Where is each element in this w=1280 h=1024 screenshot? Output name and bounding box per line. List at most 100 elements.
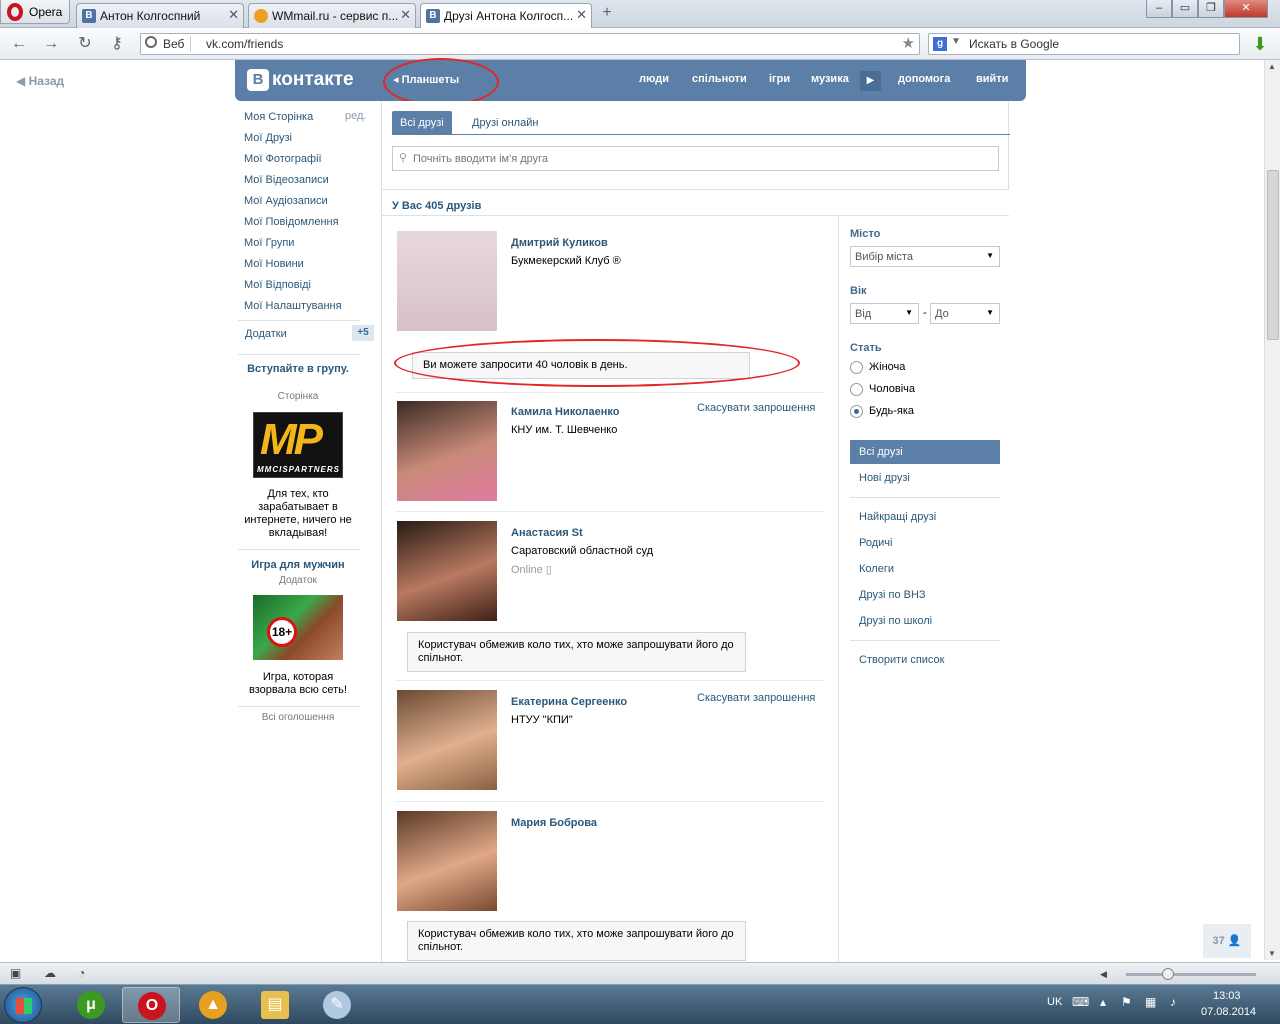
nav-communities[interactable]: спільноти (692, 73, 747, 85)
menu-my-settings[interactable]: Мої Налаштування (244, 299, 374, 320)
menu-my-audio[interactable]: Мої Аудіозаписи (244, 194, 374, 215)
nav-music[interactable]: музика (811, 73, 849, 85)
taskbar-explorer[interactable]: ▤ (246, 987, 304, 1023)
menu-my-groups[interactable]: Мої Групи (244, 236, 374, 257)
taskbar-paint[interactable]: ✎ (308, 987, 366, 1023)
ad-title[interactable]: Вступайте в групу. (238, 363, 358, 375)
taskbar-utorrent[interactable]: μ (62, 987, 120, 1023)
volume-icon[interactable]: ♪ (1170, 995, 1176, 1009)
friend-name[interactable]: Екатерина Сергеенко (511, 696, 627, 708)
taskbar-opera[interactable]: O (122, 987, 180, 1023)
ad-text[interactable]: Игра, которая взорвала всю сеть! (238, 671, 358, 697)
search-field[interactable]: g ▼ Искать в Google (928, 33, 1240, 55)
taskbar-aimp[interactable]: ▲ (184, 987, 242, 1023)
minimize-button[interactable]: – (1146, 0, 1172, 18)
keyboard-icon[interactable]: ⌨ (1072, 995, 1089, 1009)
speed-dial-icon[interactable]: ◔ (78, 966, 85, 980)
browser-tab[interactable]: WMmail.ru - сервис п... ✕ (248, 3, 416, 28)
filter-nav-new-friends[interactable]: Нові друзі (850, 466, 1000, 490)
radio-button-selected[interactable] (850, 405, 863, 418)
close-window-button[interactable]: ✕ (1224, 0, 1268, 18)
filter-nav-all-friends[interactable]: Всі друзі (850, 440, 1000, 464)
nav-people[interactable]: люди (639, 73, 669, 85)
friend-name[interactable]: Анастасия St (511, 527, 583, 539)
tab-close-icon[interactable]: ✕ (400, 7, 411, 23)
network-icon[interactable]: ▦ (1145, 995, 1156, 1009)
opera-menu-button[interactable]: Opera (0, 0, 70, 24)
tab-close-icon[interactable]: ✕ (228, 7, 239, 23)
start-button[interactable] (4, 987, 42, 1023)
menu-my-news[interactable]: Мої Новини (244, 257, 374, 278)
friend-avatar[interactable] (397, 690, 497, 790)
cancel-invite-link[interactable]: Скасувати запрошення (697, 402, 815, 414)
clock-date[interactable]: 07.08.2014 (1201, 1006, 1256, 1018)
vk-logo[interactable]: В контакте (247, 68, 354, 92)
menu-my-answers[interactable]: Мої Відповіді (244, 278, 374, 299)
filter-nav-school[interactable]: Друзі по школі (850, 609, 1000, 633)
radio-button[interactable] (850, 361, 863, 374)
new-tab-icon[interactable]: + (598, 4, 616, 22)
city-select[interactable]: Вибір міста ▼ (850, 246, 1000, 267)
chevron-down-icon[interactable]: ▼ (951, 36, 961, 47)
age-from-select[interactable]: Від ▼ (850, 303, 919, 324)
tab-close-icon[interactable]: ✕ (576, 7, 587, 23)
key-icon[interactable]: ⚷ (106, 34, 128, 54)
scrollbar-thumb[interactable] (1267, 170, 1279, 340)
clock-time[interactable]: 13:03 (1213, 990, 1241, 1002)
ad-text[interactable]: Для тех, кто зарабатывает в интернете, н… (238, 488, 358, 540)
menu-my-friends[interactable]: Мої Друзі (244, 131, 374, 152)
friend-name[interactable]: Мария Боброва (511, 817, 597, 829)
restore-button[interactable]: ▭ (1172, 0, 1198, 18)
scroll-down-icon[interactable]: ▼ (1268, 949, 1276, 958)
filter-nav-university[interactable]: Друзі по ВНЗ (850, 583, 1000, 607)
download-icon[interactable]: ⬇ (1250, 34, 1270, 54)
reload-icon[interactable]: ↻ (74, 34, 96, 54)
menu-my-videos[interactable]: Мої Відеозаписи (244, 173, 374, 194)
ad-image-mp[interactable]: MP MMCISPARTNERS (253, 412, 343, 478)
filter-nav-colleagues[interactable]: Колеги (850, 557, 1000, 581)
menu-my-messages[interactable]: Мої Повідомлення (244, 215, 374, 236)
back-icon[interactable]: ← (8, 34, 30, 54)
friend-name[interactable]: Камила Николаенко (511, 406, 620, 418)
tab-all-friends[interactable]: Всі друзі (392, 111, 452, 135)
cancel-invite-link[interactable]: Скасувати запрошення (697, 692, 815, 704)
url-text[interactable]: vk.com/friends (206, 37, 283, 51)
nav-more-icon[interactable]: ▶ (860, 71, 881, 91)
ad-image-game[interactable]: 18+ (253, 595, 343, 660)
create-list-link[interactable]: Створити список (850, 648, 1000, 672)
flag-icon[interactable]: ⚑ (1121, 995, 1132, 1009)
filter-nav-relatives[interactable]: Родичі (850, 531, 1000, 555)
address-field[interactable]: Веб vk.com/friends ★ (140, 33, 920, 55)
browser-tab-active[interactable]: В Друзі Антона Колгосп... ✕ (420, 3, 592, 29)
ad-title[interactable]: Игра для мужчин (238, 559, 358, 571)
zoom-slider-knob[interactable] (1162, 968, 1174, 980)
scroll-up-icon[interactable]: ▲ (1268, 62, 1276, 71)
zoom-slider[interactable] (1126, 968, 1256, 980)
browser-tab[interactable]: В Антон Колгоспний ✕ (76, 3, 244, 28)
friend-avatar[interactable] (397, 811, 497, 911)
panel-toggle-icon[interactable]: ▣ (10, 966, 21, 980)
cloud-icon[interactable]: ☁ (44, 966, 56, 980)
filter-nav-best-friends[interactable]: Найкращі друзі (850, 505, 1000, 529)
edit-link[interactable]: ред. (345, 110, 366, 122)
friend-name[interactable]: Дмитрий Куликов (511, 237, 608, 249)
friend-avatar[interactable] (397, 231, 497, 331)
nav-logout[interactable]: вийти (976, 73, 1008, 85)
nav-games[interactable]: ігри (769, 73, 790, 85)
language-indicator[interactable]: UK (1047, 996, 1062, 1008)
forward-icon[interactable]: → (40, 34, 62, 54)
maximize-button[interactable]: ❐ (1198, 0, 1224, 18)
age-to-select[interactable]: До ▼ (930, 303, 1000, 324)
nav-help[interactable]: допомога (898, 73, 950, 85)
menu-my-photos[interactable]: Мої Фотографії (244, 152, 374, 173)
bookmark-star-icon[interactable]: ★ (902, 34, 915, 52)
show-hidden-icon[interactable]: ▴ (1100, 995, 1106, 1009)
online-counter-badge[interactable]: 37 👤 (1203, 924, 1251, 958)
radio-button[interactable] (850, 383, 863, 396)
zoom-out-icon[interactable]: ◀ (1100, 969, 1107, 980)
friend-search-input[interactable]: ⚲ Почніть вводити ім'я друга (392, 146, 999, 171)
back-link[interactable]: ◀ Назад (16, 74, 64, 88)
apps-count-badge[interactable]: +5 (352, 325, 374, 341)
tab-friends-online[interactable]: Друзі онлайн (464, 111, 546, 135)
menu-apps[interactable]: Додатки (245, 328, 287, 340)
